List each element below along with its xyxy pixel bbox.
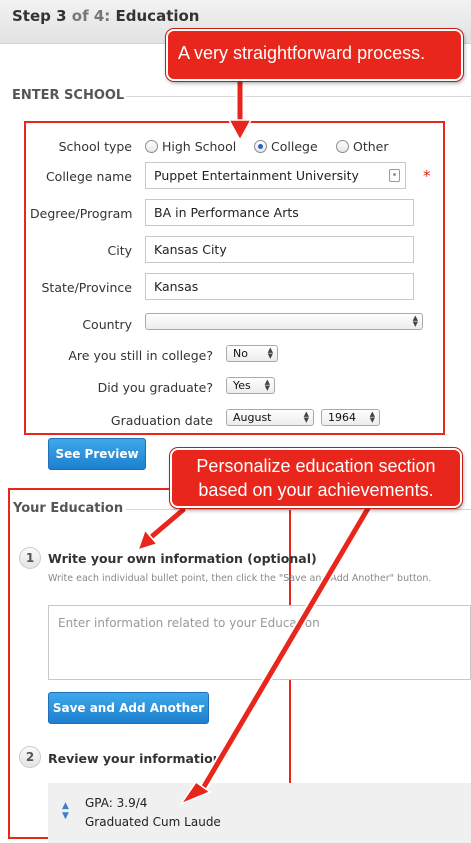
school-type-label: School type bbox=[58, 139, 132, 154]
step1-title: Write your own information (optional) bbox=[48, 551, 317, 566]
callout-middle-line1: Personalize education section bbox=[196, 456, 436, 476]
radio-label-college[interactable]: College bbox=[271, 139, 318, 154]
did-graduate-label: Did you graduate? bbox=[97, 380, 213, 395]
radio-college[interactable] bbox=[254, 140, 267, 153]
step-prefix: Step 3 bbox=[12, 7, 67, 25]
step1-hint: Write each individual bullet point, then… bbox=[48, 573, 432, 584]
select-arrows-icon: ▲ ▼ bbox=[267, 346, 273, 360]
city-input[interactable] bbox=[145, 236, 414, 263]
textarea-placeholder: Enter information related to your Educat… bbox=[58, 616, 320, 630]
degree-label: Degree/Program bbox=[30, 206, 133, 221]
degree-input[interactable] bbox=[145, 199, 414, 226]
radio-label-other[interactable]: Other bbox=[353, 139, 389, 154]
state-label: State/Province bbox=[41, 280, 133, 295]
graduation-date-label: Graduation date bbox=[110, 413, 213, 428]
radio-high-school[interactable] bbox=[145, 140, 158, 153]
graduation-month-select[interactable]: August ▲ ▼ bbox=[226, 409, 314, 426]
reorder-arrows-icon[interactable]: ▲ ▼ bbox=[62, 801, 69, 821]
country-label: Country bbox=[82, 317, 132, 332]
education-info-textarea[interactable]: Enter information related to your Educat… bbox=[48, 605, 471, 680]
country-select[interactable]: ▲ ▼ bbox=[145, 313, 423, 330]
still-in-college-select[interactable]: No ▲ ▼ bbox=[226, 345, 278, 362]
section-divider bbox=[126, 509, 471, 510]
review-panel bbox=[48, 783, 471, 843]
review-item-honors: Graduated Cum Laude bbox=[85, 815, 221, 829]
step-title: Step 3 of 4: Education bbox=[12, 7, 200, 25]
required-asterisk: * bbox=[423, 167, 431, 185]
did-graduate-value: Yes bbox=[233, 379, 251, 392]
your-education-heading: Your Education bbox=[13, 501, 124, 516]
did-graduate-select[interactable]: Yes ▲ ▼ bbox=[226, 377, 275, 394]
select-arrows-icon: ▲ ▼ bbox=[264, 378, 270, 392]
step-number-2: 2 bbox=[19, 746, 41, 768]
callout-middle-line2: based on your achievements. bbox=[198, 480, 434, 500]
callout-straightforward: A very straightforward process. bbox=[166, 29, 463, 81]
section-divider bbox=[126, 96, 471, 97]
select-arrows-icon: ▲ ▼ bbox=[369, 410, 375, 424]
college-name-input[interactable] bbox=[145, 162, 406, 189]
radio-label-high-school[interactable]: High School bbox=[162, 139, 236, 154]
select-arrows-icon: ▲ ▼ bbox=[412, 314, 418, 328]
graduation-year-select[interactable]: 1964 ▲ ▼ bbox=[321, 409, 380, 426]
select-arrows-icon: ▲ ▼ bbox=[303, 410, 309, 424]
graduation-year-value: 1964 bbox=[328, 411, 356, 424]
step2-title: Review your information bbox=[48, 751, 222, 766]
still-in-college-label: Are you still in college? bbox=[68, 348, 213, 363]
state-input[interactable] bbox=[145, 273, 414, 300]
radio-other[interactable] bbox=[336, 140, 349, 153]
save-and-add-another-button[interactable]: Save and Add Another bbox=[48, 692, 209, 724]
enter-school-heading: ENTER SCHOOL bbox=[12, 88, 125, 103]
step-of: of 4: bbox=[71, 7, 111, 25]
contact-card-icon[interactable] bbox=[389, 169, 400, 182]
see-preview-button[interactable]: See Preview bbox=[48, 438, 146, 470]
graduation-month-value: August bbox=[233, 411, 272, 424]
callout-personalize: Personalize education section based on y… bbox=[170, 448, 462, 508]
review-item-gpa: GPA: 3.9/4 bbox=[85, 796, 148, 810]
city-label: City bbox=[107, 243, 133, 258]
callout-top-text: A very straightforward process. bbox=[178, 43, 426, 63]
college-name-label: College name bbox=[45, 169, 132, 184]
step-number-1: 1 bbox=[19, 547, 41, 569]
still-in-college-value: No bbox=[233, 347, 248, 360]
step-name: Education bbox=[115, 7, 200, 25]
